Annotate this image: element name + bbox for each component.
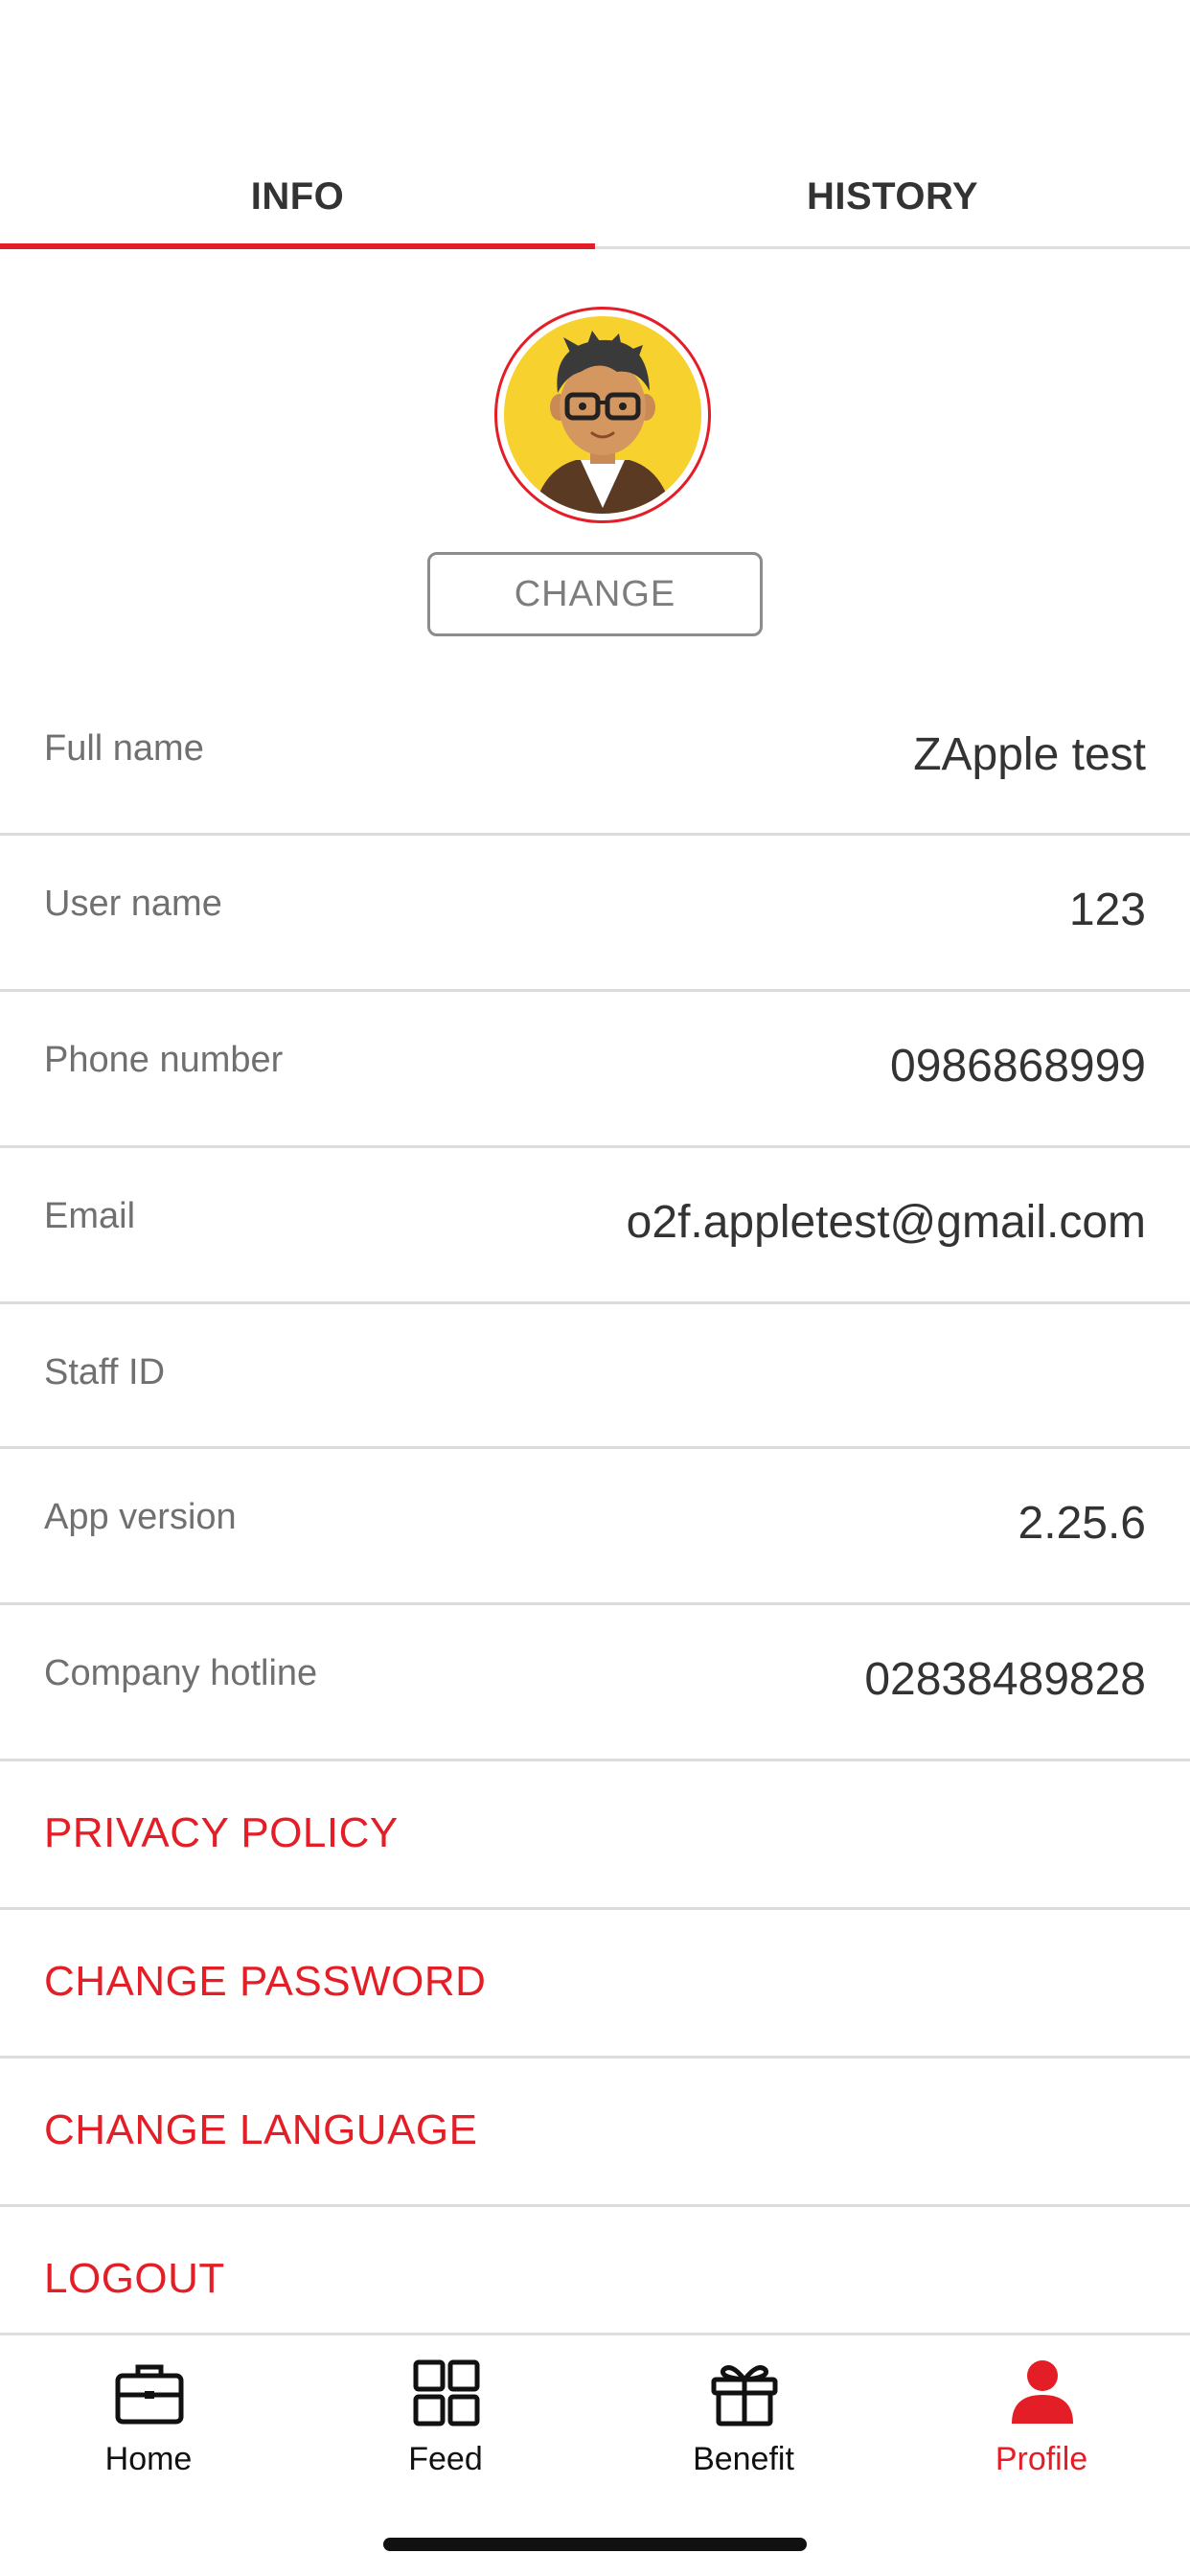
privacy-policy-link[interactable]: PRIVACY POLICY (0, 1761, 1190, 1910)
info-row-staff-id: Staff ID (0, 1304, 1190, 1449)
info-value: ZApple test (913, 729, 1146, 780)
info-label: Full name (44, 728, 204, 769)
active-tab-indicator (0, 243, 595, 249)
nav-item-feed[interactable]: Feed (297, 2335, 594, 2498)
info-label: Email (44, 1196, 136, 1236)
info-label: Company hotline (44, 1653, 318, 1693)
action-label: LOGOUT (44, 2255, 225, 2302)
change-password-link[interactable]: CHANGE PASSWORD (0, 1910, 1190, 2058)
info-row-company-hotline: Company hotline 02838489828 (0, 1605, 1190, 1761)
info-row-email: Email o2f.appletest@gmail.com (0, 1148, 1190, 1304)
info-row-full-name: Full name ZApple test (0, 675, 1190, 836)
info-value: o2f.appletest@gmail.com (626, 1197, 1146, 1248)
avatar[interactable] (494, 307, 711, 523)
info-label: Phone number (44, 1040, 284, 1080)
nav-item-profile[interactable]: Profile (893, 2335, 1190, 2498)
info-label: User name (44, 884, 222, 924)
info-value: 2.25.6 (1018, 1498, 1146, 1549)
action-label: PRIVACY POLICY (44, 1809, 399, 1856)
user-avatar-icon (504, 316, 701, 514)
gift-icon (710, 2358, 779, 2427)
info-value: 123 (1068, 885, 1146, 935)
tab-bar: INFO HISTORY (0, 144, 1190, 249)
action-label: CHANGE PASSWORD (44, 1958, 487, 2005)
change-avatar-button[interactable]: CHANGE (427, 552, 763, 636)
nav-label: Profile (995, 2441, 1088, 2477)
briefcase-icon (115, 2358, 184, 2427)
info-label: App version (44, 1497, 237, 1537)
info-row-app-version: App version 2.25.6 (0, 1449, 1190, 1605)
change-language-link[interactable]: CHANGE LANGUAGE (0, 2058, 1190, 2207)
tab-info[interactable]: INFO (0, 144, 595, 249)
info-label: Staff ID (44, 1352, 166, 1392)
action-label: CHANGE LANGUAGE (44, 2106, 478, 2153)
nav-label: Home (104, 2441, 193, 2477)
logout-link[interactable]: LOGOUT (0, 2207, 1190, 2333)
nav-item-benefit[interactable]: Benefit (595, 2335, 892, 2498)
info-value: 02838489828 (864, 1654, 1146, 1705)
home-indicator (383, 2538, 807, 2551)
nav-item-home[interactable]: Home (0, 2335, 297, 2498)
nav-label: Feed (408, 2441, 483, 2477)
info-row-user-name: User name 123 (0, 836, 1190, 992)
person-icon (1008, 2358, 1077, 2427)
grid-icon (412, 2358, 481, 2427)
info-value: 0986868999 (890, 1041, 1146, 1092)
tab-history[interactable]: HISTORY (595, 144, 1190, 249)
info-row-phone-number: Phone number 0986868999 (0, 992, 1190, 1148)
nav-label: Benefit (693, 2441, 794, 2477)
